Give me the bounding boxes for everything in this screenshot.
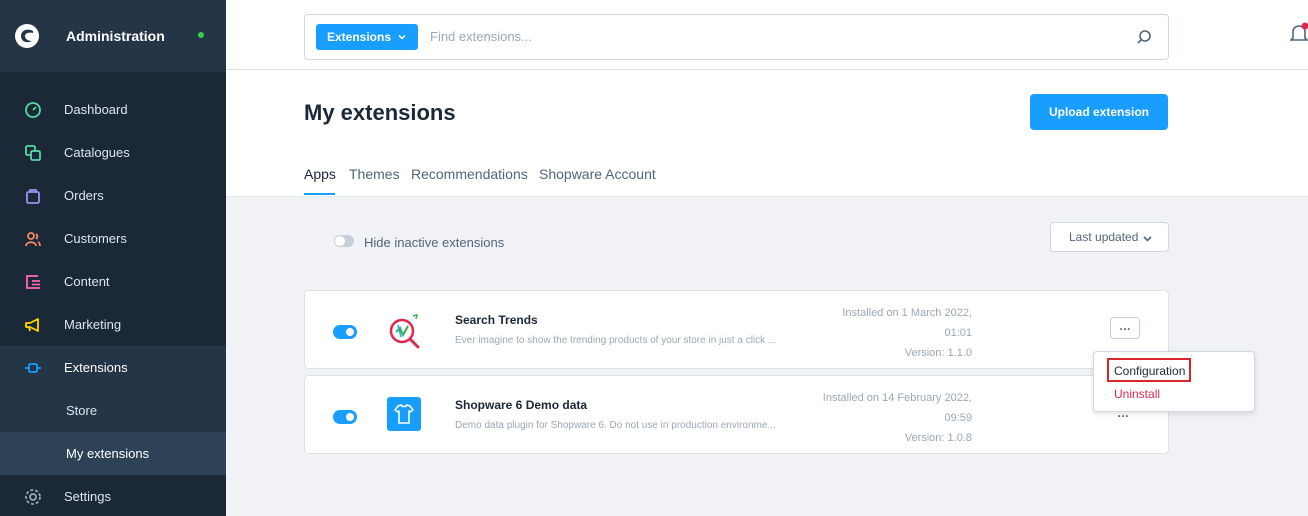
install-date: Installed on 1 March 2022, <box>842 307 972 319</box>
global-search: Extensions <box>304 14 1169 60</box>
install-time: 09:59 <box>944 412 972 424</box>
sidebar-item-label: Catalogues <box>64 145 130 160</box>
sidebar-item-label: Settings <box>64 489 111 504</box>
shopware-logo-icon <box>15 24 39 48</box>
context-menu-configuration[interactable]: Configuration <box>1114 364 1185 378</box>
customers-icon <box>25 232 41 247</box>
notification-bell-icon[interactable] <box>1290 22 1308 44</box>
context-menu: Configuration Uninstall <box>1093 351 1255 412</box>
marketing-icon <box>25 318 39 332</box>
chevron-down-icon <box>398 34 406 40</box>
extension-active-toggle[interactable] <box>333 410 357 424</box>
status-dot <box>198 32 204 38</box>
sidebar-item-marketing[interactable]: Marketing <box>0 303 226 346</box>
extensions-icon <box>25 363 41 373</box>
sidebar-item-customers[interactable]: Customers <box>0 217 226 260</box>
context-menu-uninstall[interactable]: Uninstall <box>1114 387 1160 401</box>
sidebar-subitem-label: Store <box>66 403 98 418</box>
sidebar-header[interactable]: Administration <box>0 0 226 72</box>
dashboard-icon <box>25 102 41 118</box>
upload-extension-button[interactable]: Upload extension <box>1030 94 1168 130</box>
hide-inactive-label: Hide inactive extensions <box>364 235 505 250</box>
extension-install-info: Installed on 1 March 2022, 01:01 Version… <box>792 303 972 363</box>
extension-version: Version: 1.1.0 <box>904 347 972 359</box>
sidebar-item-label: Orders <box>64 188 104 203</box>
sidebar-item-label: Dashboard <box>64 102 128 117</box>
sidebar-item-label: Marketing <box>64 317 122 332</box>
sidebar-item-extensions[interactable]: Extensions <box>0 346 226 389</box>
tab-apps[interactable]: Apps <box>304 166 336 182</box>
app-root: Administration Dashboard Catalogues Orde… <box>0 0 1308 516</box>
extension-install-info: Installed on 14 February 2022, 09:59 Ver… <box>792 388 972 448</box>
search-type-label: Extensions <box>327 30 392 44</box>
orders-icon <box>26 189 40 204</box>
settings-icon <box>25 489 41 505</box>
top-bar: Extensions <box>226 0 1308 70</box>
install-time: 01:01 <box>944 327 972 339</box>
search-icon[interactable] <box>1136 29 1152 45</box>
sidebar-subitem-store[interactable]: Store <box>0 389 226 432</box>
extension-card: Shopware 6 Demo data Demo data plugin fo… <box>304 375 1169 454</box>
extension-description: Ever imagine to show the trending produc… <box>455 335 777 346</box>
catalogues-icon <box>25 145 41 161</box>
sidebar-subitem-label: My extensions <box>66 446 150 461</box>
extension-version: Version: 1.0.8 <box>904 432 972 444</box>
hide-inactive-toggle[interactable] <box>334 235 354 247</box>
sidebar-item-label: Content <box>64 274 110 289</box>
content-icon <box>26 275 40 289</box>
extension-description: Demo data plugin for Shopware 6. Do not … <box>455 420 776 431</box>
sidebar-item-label: Customers <box>64 231 127 246</box>
chevron-down-icon <box>1143 236 1152 242</box>
sort-label: Last updated <box>1069 230 1139 244</box>
sidebar: Administration Dashboard Catalogues Orde… <box>0 0 226 516</box>
active-tab-indicator <box>304 193 335 195</box>
sidebar-item-label: Extensions <box>64 360 128 375</box>
tab-shopware-account[interactable]: Shopware Account <box>539 166 656 182</box>
page-title: My extensions <box>304 100 456 125</box>
sidebar-item-dashboard[interactable]: Dashboard <box>0 88 226 131</box>
sidebar-subitem-my-extensions[interactable]: My extensions <box>0 432 226 475</box>
extension-card: Search Trends Ever imagine to show the t… <box>304 290 1169 369</box>
sort-dropdown[interactable]: Last updated <box>1050 222 1169 252</box>
tab-recommendations[interactable]: Recommendations <box>411 166 528 182</box>
sidebar-item-settings[interactable]: Settings <box>0 475 226 516</box>
search-type-dropdown[interactable]: Extensions <box>316 24 418 50</box>
extension-name: Shopware 6 Demo data <box>455 398 588 412</box>
sidebar-item-content[interactable]: Content <box>0 260 226 303</box>
admin-title: Administration <box>66 28 165 44</box>
sidebar-item-catalogues[interactable]: Catalogues <box>0 131 226 174</box>
sidebar-item-orders[interactable]: Orders <box>0 174 226 217</box>
install-date: Installed on 14 February 2022, <box>822 392 972 404</box>
extension-name: Search Trends <box>455 313 538 327</box>
context-menu-button[interactable]: … <box>1110 317 1140 339</box>
extension-active-toggle[interactable] <box>333 325 357 339</box>
tab-themes[interactable]: Themes <box>349 166 400 182</box>
search-trends-logo-icon <box>389 313 420 349</box>
tshirt-icon <box>387 397 421 431</box>
search-input[interactable] <box>430 29 1090 44</box>
